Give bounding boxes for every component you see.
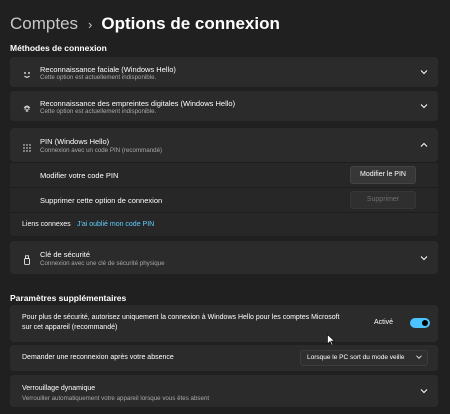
forgot-pin-link[interactable]: J'ai oublié mon code PIN <box>77 221 154 228</box>
security-key-title: Clé de sécurité <box>40 250 91 259</box>
windows-hello-only-card: Pour plus de sécurité, autorisez uniquem… <box>10 305 438 342</box>
toggle-state-label: Activé <box>374 319 394 326</box>
fingerprint-icon <box>22 101 32 113</box>
chevron-down-icon <box>414 352 424 368</box>
pin-remove-row: Supprimer cette option de connexion Supp… <box>10 188 438 212</box>
page-title: Options de connexion <box>101 14 280 33</box>
windows-hello-only-toggle[interactable] <box>410 318 430 328</box>
pin-title: PIN (Windows Hello) <box>40 137 110 146</box>
pin-related-links-row: Liens connexes J'ai oublié mon code PIN <box>10 213 438 236</box>
section-title-additional: Paramètres supplémentaires <box>10 293 127 303</box>
reconnect-select[interactable]: Lorsque le PC sort du mode veille <box>300 350 428 366</box>
dynamic-lock-card[interactable]: Verrouillage dynamique Verrouiller autom… <box>10 375 438 407</box>
smiley-icon <box>22 67 32 78</box>
usb-key-icon <box>22 252 32 265</box>
breadcrumb: Comptes › Options de connexion <box>10 12 280 36</box>
windows-hello-only-text-line1: Pour plus de sécurité, autorisez uniquem… <box>22 314 340 321</box>
reconnect-card: Demander une reconnexion après votre abs… <box>10 345 438 371</box>
related-links-label: Liens connexes <box>22 221 71 228</box>
chevron-up-icon[interactable] <box>418 139 430 151</box>
breadcrumb-separator-icon: › <box>88 16 93 32</box>
pin-subtitle: Connexion avec un code PIN (recommandé) <box>40 147 163 154</box>
fingerprint-subtitle: Cette option est actuellement indisponib… <box>40 108 157 115</box>
dynamic-lock-subtitle: Verrouiller automatiquement votre appare… <box>22 395 210 402</box>
change-pin-button[interactable]: Modifier le PIN <box>350 166 416 184</box>
reconnect-selected-value: Lorsque le PC sort du mode veille <box>307 354 405 361</box>
keypad-icon <box>22 140 32 152</box>
security-key-card[interactable]: Clé de sécurité Connexion avec une clé d… <box>10 241 438 274</box>
chevron-down-icon[interactable] <box>418 252 430 264</box>
pin-change-row: Modifier votre code PIN Modifier le PIN <box>10 163 438 187</box>
section-title-methods: Méthodes de connexion <box>10 43 107 53</box>
fingerprint-title: Reconnaissance des empreintes digitales … <box>40 99 236 108</box>
remove-pin-button[interactable]: Supprimer <box>350 191 416 209</box>
face-recognition-card[interactable]: Reconnaissance faciale (Windows Hello) C… <box>10 57 438 87</box>
breadcrumb-parent[interactable]: Comptes <box>10 14 78 34</box>
face-recognition-title: Reconnaissance faciale (Windows Hello) <box>40 65 176 74</box>
pin-change-label: Modifier votre code PIN <box>40 171 119 180</box>
chevron-down-icon[interactable] <box>418 385 430 397</box>
pin-card-header[interactable]: PIN (Windows Hello) Connexion avec un co… <box>10 128 438 162</box>
chevron-down-icon[interactable] <box>418 100 430 112</box>
dynamic-lock-title: Verrouillage dynamique <box>22 385 96 392</box>
security-key-subtitle: Connexion avec une clé de sécurité physi… <box>40 260 165 267</box>
windows-hello-only-text-line2: sur cet appareil (recommandé) <box>22 324 118 331</box>
face-recognition-subtitle: Cette option est actuellement indisponib… <box>40 74 157 81</box>
fingerprint-card[interactable]: Reconnaissance des empreintes digitales … <box>10 91 438 121</box>
reconnect-label: Demander une reconnexion après votre abs… <box>22 354 174 361</box>
pin-remove-label: Supprimer cette option de connexion <box>40 196 163 205</box>
toggle-knob <box>422 320 428 326</box>
chevron-down-icon[interactable] <box>418 66 430 78</box>
